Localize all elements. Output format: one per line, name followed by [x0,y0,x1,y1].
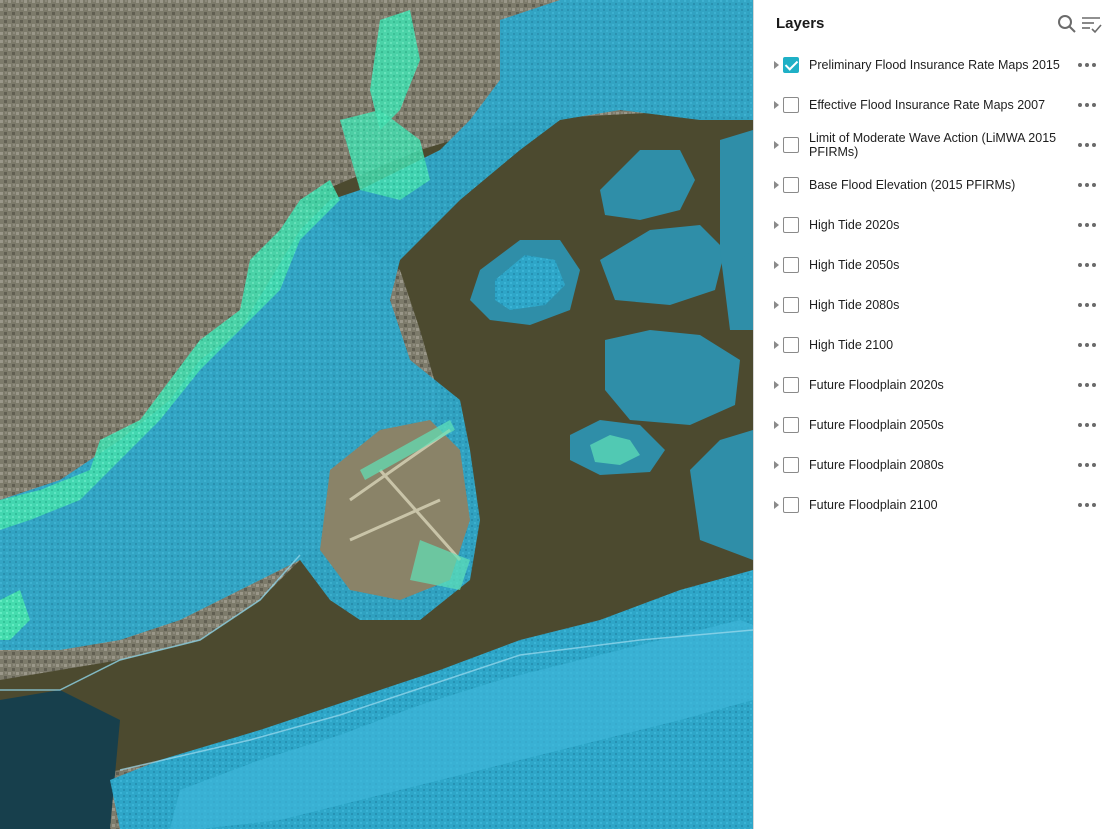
more-options-icon[interactable] [1078,102,1098,108]
caret-right-icon[interactable] [774,61,779,69]
filter-list-icon[interactable] [1080,13,1102,35]
layer-row[interactable]: High Tide 2080s [754,285,1106,325]
layer-row[interactable]: Future Floodplain 2050s [754,405,1106,445]
layers-panel: Layers Preliminary Flood Insurance Rate … [753,0,1106,829]
panel-header: Layers [754,0,1106,46]
more-options-icon[interactable] [1078,462,1098,468]
more-options-icon[interactable] [1078,62,1098,68]
caret-right-icon[interactable] [774,421,779,429]
layer-row[interactable]: Future Floodplain 2080s [754,445,1106,485]
search-icon[interactable] [1056,13,1078,35]
caret-right-icon[interactable] [774,381,779,389]
layer-label: Preliminary Flood Insurance Rate Maps 20… [809,58,1060,72]
caret-right-icon[interactable] [774,221,779,229]
more-options-icon[interactable] [1078,342,1098,348]
map-view[interactable] [0,0,753,829]
layer-label: Limit of Moderate Wave Action (LiMWA 201… [809,131,1057,159]
layer-label: High Tide 2100 [809,338,894,352]
layer-label: Base Flood Elevation (2015 PFIRMs) [809,178,1016,192]
layer-checkbox[interactable] [783,97,799,113]
caret-right-icon[interactable] [774,301,779,309]
layer-checkbox[interactable] [783,297,799,313]
layer-checkbox[interactable] [783,377,799,393]
layer-row[interactable]: Base Flood Elevation (2015 PFIRMs) [754,165,1106,205]
layer-row[interactable]: Future Floodplain 2020s [754,365,1106,405]
panel-title: Layers [776,15,825,32]
layer-label: Future Floodplain 2100 [809,498,938,512]
layer-label: Future Floodplain 2050s [809,418,944,432]
caret-right-icon[interactable] [774,341,779,349]
layer-label: High Tide 2050s [809,258,900,272]
caret-right-icon[interactable] [774,261,779,269]
caret-right-icon[interactable] [774,461,779,469]
layer-row[interactable]: High Tide 2020s [754,205,1106,245]
layer-checkbox[interactable] [783,57,799,73]
more-options-icon[interactable] [1078,382,1098,388]
more-options-icon[interactable] [1078,262,1098,268]
layer-checkbox[interactable] [783,177,799,193]
layer-checkbox[interactable] [783,337,799,353]
layer-label: High Tide 2020s [809,218,900,232]
more-options-icon[interactable] [1078,422,1098,428]
layer-label: Effective Flood Insurance Rate Maps 2007 [809,98,1046,112]
more-options-icon[interactable] [1078,502,1098,508]
layer-label: Future Floodplain 2080s [809,458,944,472]
caret-right-icon[interactable] [774,181,779,189]
layer-row[interactable]: Effective Flood Insurance Rate Maps 2007 [754,85,1106,125]
more-options-icon[interactable] [1078,182,1098,188]
layer-checkbox[interactable] [783,217,799,233]
layer-checkbox[interactable] [783,497,799,513]
flood-map[interactable] [0,0,753,829]
caret-right-icon[interactable] [774,101,779,109]
caret-right-icon[interactable] [774,141,779,149]
more-options-icon[interactable] [1078,302,1098,308]
layer-checkbox[interactable] [783,137,799,153]
more-options-icon[interactable] [1078,142,1098,148]
layer-label: High Tide 2080s [809,298,900,312]
layer-checkbox[interactable] [783,257,799,273]
caret-right-icon[interactable] [774,501,779,509]
layer-row[interactable]: High Tide 2050s [754,245,1106,285]
more-options-icon[interactable] [1078,222,1098,228]
layer-label: Future Floodplain 2020s [809,378,944,392]
layer-row[interactable]: Limit of Moderate Wave Action (LiMWA 201… [754,125,1106,165]
layer-row[interactable]: Preliminary Flood Insurance Rate Maps 20… [754,45,1106,85]
layer-row[interactable]: Future Floodplain 2100 [754,485,1106,525]
layer-row[interactable]: High Tide 2100 [754,325,1106,365]
layer-checkbox[interactable] [783,457,799,473]
layer-checkbox[interactable] [783,417,799,433]
